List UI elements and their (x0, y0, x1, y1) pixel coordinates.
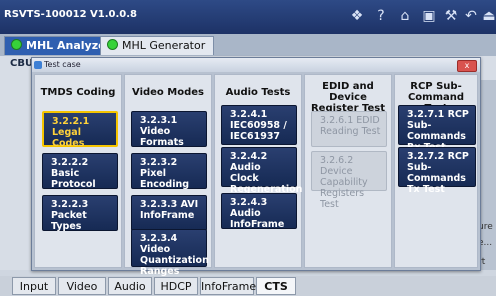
column-video-modes: Video Modes 3.2.3.1 Video Formats 3.2.3.… (124, 74, 212, 277)
back-icon[interactable]: ↶ (462, 7, 480, 25)
test-3-2-4-1-button[interactable]: 3.2.4.1 IEC60958 / IEC61937 (221, 105, 297, 145)
tab-input[interactable]: Input (12, 277, 56, 295)
column-rcp-sub-command: RCP Sub-Command Test 3.2.7.1 RCP Sub-Com… (394, 74, 478, 268)
tab-video[interactable]: Video (58, 277, 106, 295)
tab-cts[interactable]: CTS (256, 277, 296, 295)
test-3-2-7-2-button[interactable]: 3.2.7.2 RCP Sub-Commands Tx Test (398, 147, 476, 195)
tab-label: MHL Generator (122, 39, 206, 52)
test-3-2-7-1-button[interactable]: 3.2.7.1 RCP Sub-Commands Rx Test (398, 105, 476, 153)
test-3-2-2-3-button[interactable]: 3.2.2.3 Packet Types (42, 195, 118, 232)
close-button[interactable]: x (457, 60, 477, 72)
test-3-2-3-3-button[interactable]: 3.2.3.3 AVI InfoFrame (131, 195, 207, 231)
wrench-icon[interactable]: ⚒ (442, 7, 460, 25)
dialog-app-icon (34, 61, 42, 69)
tab-infoframe[interactable]: InfoFrame (200, 277, 256, 295)
home-icon[interactable]: ⌂ (396, 7, 414, 25)
title-bar: RSVTS-100012 V1.0.0.8 ❖ ? ⌂ ▣ ⚒ ↶ ⏏ (0, 0, 496, 34)
help-icon[interactable]: ? (372, 7, 390, 25)
column-header: Audio Tests (225, 87, 291, 98)
test-3-2-4-2-button[interactable]: 3.2.4.2 Audio Clock Regeneration (221, 147, 302, 195)
bottom-tab-bar: Input Video Audio HDCP InfoFrame CTS (0, 276, 496, 296)
status-dot-icon (11, 39, 22, 50)
save-icon[interactable]: ▣ (420, 7, 438, 25)
dialog-title-bar[interactable]: Test case x (32, 58, 480, 72)
test-3-2-2-1-button[interactable]: 3.2.2.1 Legal Codes (42, 111, 118, 149)
tab-mhl-generator[interactable]: MHL Generator (100, 36, 215, 55)
column-tmds-coding: TMDS Coding 3.2.2.1 Legal Codes 3.2.2.2 … (34, 74, 122, 268)
exit-icon[interactable]: ⏏ (480, 7, 496, 25)
app-title: RSVTS-100012 V1.0.0.8 (4, 9, 138, 20)
column-header: EDID and Device Register Test (310, 81, 385, 114)
tab-hdcp[interactable]: HDCP (154, 277, 198, 295)
column-edid-device-register: EDID and Device Register Test 3.2.6.1 ED… (304, 74, 392, 268)
column-audio-tests: Audio Tests 3.2.4.1 IEC60958 / IEC61937 … (214, 74, 302, 268)
test-3-2-3-2-button[interactable]: 3.2.3.2 Pixel Encoding (131, 153, 207, 190)
status-dot-icon (107, 39, 118, 50)
test-3-2-3-4-button[interactable]: 3.2.3.4 Video Quantization Ranges (131, 229, 209, 277)
test-3-2-2-2-button[interactable]: 3.2.2.2 Basic Protocol (42, 153, 118, 190)
windows-icon[interactable]: ❖ (348, 7, 366, 25)
test-3-2-3-1-button[interactable]: 3.2.3.1 Video Formats (131, 111, 207, 148)
column-header: TMDS Coding (40, 87, 116, 98)
tab-audio[interactable]: Audio (108, 277, 152, 295)
cbu-label: CBU (10, 58, 34, 69)
test-3-2-6-2-button[interactable]: 3.2.6.2 Device Capability Registers Test (311, 151, 387, 210)
test-case-dialog: Test case x TMDS Coding 3.2.2.1 Legal Co… (31, 57, 481, 277)
column-header: Video Modes (132, 87, 204, 98)
tab-label: MHL Analyzer (26, 39, 111, 52)
test-3-2-6-1-button[interactable]: 3.2.6.1 EDID Reading Test (311, 111, 387, 147)
app-tab-bar: MHL Analyzer MHL Generator (0, 34, 496, 56)
dialog-title: Test case (44, 60, 81, 69)
test-3-2-4-3-button[interactable]: 3.2.4.3 Audio InfoFrame (221, 193, 297, 230)
